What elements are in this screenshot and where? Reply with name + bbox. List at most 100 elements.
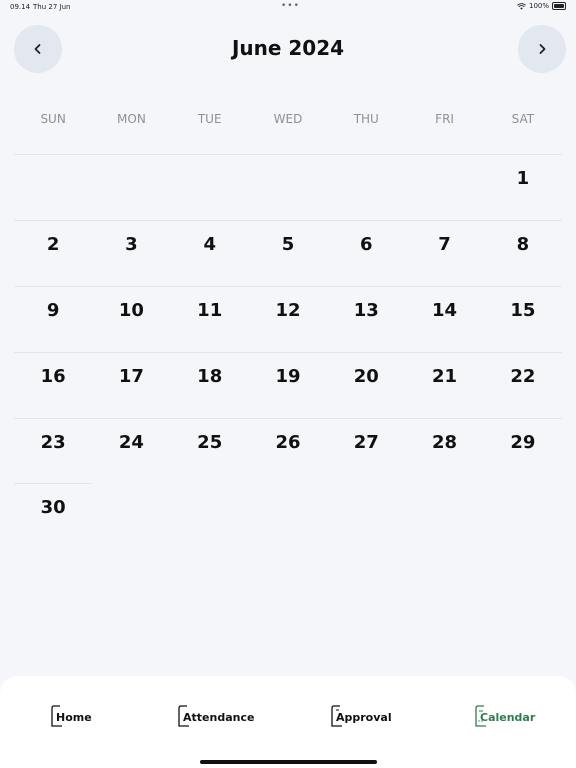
day-cell[interactable]: 9 [14,287,92,352]
battery-icon [552,2,566,10]
day-cell[interactable]: 27 [327,419,405,484]
day-cell[interactable]: 29 [484,419,562,484]
day-cell[interactable]: 2 [14,221,92,286]
home-indicator[interactable] [200,760,377,764]
day-cell[interactable]: 19 [249,353,327,418]
day-cell[interactable]: 25 [171,419,249,484]
weekday-mon: MON [117,112,146,126]
day-number: 25 [197,432,223,453]
wifi-icon [517,2,526,10]
calendar-grid: 1 2 3 4 5 6 7 8 9 10 11 12 13 14 15 16 1… [14,154,562,550]
day-number: 28 [432,432,458,453]
tab-home[interactable]: Home [50,703,92,729]
day-number: 4 [203,234,216,255]
day-number: 13 [353,300,379,321]
day-number: 5 [281,234,295,255]
multitasking-dots-icon[interactable]: ••• [281,1,300,11]
day-cell[interactable]: 22 [484,353,562,418]
bottom-tab-bar: Home Attendance Approval Calendar [0,676,576,768]
day-cell[interactable]: 20 [327,353,405,418]
day-number: 14 [432,300,458,321]
day-cell[interactable]: 24 [92,419,170,484]
day-cell[interactable]: 8 [484,221,562,286]
tab-calendar[interactable]: Calendar [474,703,535,729]
week-row: 30 [14,483,562,550]
week-row: 16 17 18 19 20 21 22 [14,352,562,418]
day-cell[interactable]: 7 [405,221,483,286]
tab-calendar-label: Calendar [480,710,536,724]
day-number: 1 [516,168,530,189]
day-cell[interactable]: 6 [327,221,405,286]
status-date: Thu 27 Jun [33,3,71,11]
day-number: 19 [275,366,301,387]
day-cell-empty [92,155,170,220]
day-number: 8 [516,234,530,255]
week-row: 23 24 25 26 27 28 29 [14,418,562,484]
day-number: 27 [353,432,379,453]
weekday-thu: THU [353,112,379,126]
day-cell-empty [327,484,405,550]
day-cell-empty [484,484,562,550]
day-cell[interactable]: 15 [484,287,562,352]
day-cell[interactable]: 13 [327,287,405,352]
day-cell[interactable]: 14 [405,287,483,352]
weekday-wed: WED [273,112,303,126]
day-number: 11 [197,300,223,321]
day-cell[interactable]: 11 [171,287,249,352]
day-cell[interactable]: 30 [14,483,93,550]
day-number: 20 [353,366,379,387]
day-cell[interactable]: 10 [92,287,170,352]
day-cell-empty [405,155,483,220]
day-number: 16 [40,366,66,387]
day-cell[interactable]: 26 [249,419,327,484]
day-cell-empty [249,484,327,550]
month-title: June 2024 [231,36,345,60]
day-number: 23 [40,432,66,453]
day-number: 17 [118,366,144,387]
status-right: 100% [517,2,566,10]
day-cell[interactable]: 5 [249,221,327,286]
week-row: 1 [14,154,562,220]
weekday-sun: SUN [40,112,66,126]
day-cell[interactable]: 3 [92,221,170,286]
day-number: 6 [360,234,373,255]
day-cell[interactable]: 17 [92,353,170,418]
day-number: 10 [118,300,144,321]
day-cell[interactable]: 4 [171,221,249,286]
day-cell-empty [14,155,92,220]
day-number: 12 [275,300,301,321]
day-number: 21 [432,366,458,387]
next-month-button[interactable] [518,25,566,73]
tab-attendance-label: Attendance [183,710,255,724]
day-cell[interactable]: 18 [171,353,249,418]
day-number: 24 [118,432,144,453]
day-cell-empty [405,484,483,550]
battery-percent: 100% [528,2,549,10]
day-number: 15 [510,300,536,321]
status-bar: 09.14 Thu 27 Jun ••• 100% [0,0,576,14]
day-number: 30 [40,497,66,518]
day-number: 2 [46,234,60,255]
tab-home-label: Home [56,710,92,724]
day-number: 18 [197,366,223,387]
day-cell[interactable]: 1 [484,155,562,220]
tab-approval[interactable]: Approval [330,703,392,729]
day-cell[interactable]: 23 [14,419,92,484]
day-cell[interactable]: 16 [14,353,92,418]
status-time: 09.14 [10,3,31,11]
chevron-right-icon [539,44,546,54]
weekday-header: SUN MON TUE WED THU FRI SAT [14,112,562,126]
tab-approval-label: Approval [336,710,392,724]
weekday-sat: SAT [511,112,535,126]
day-cell[interactable]: 21 [405,353,483,418]
day-cell[interactable]: 28 [405,419,483,484]
tab-attendance[interactable]: Attendance [177,703,254,729]
day-number: 7 [438,234,451,255]
day-cell[interactable]: 12 [249,287,327,352]
day-number: 26 [275,432,301,453]
day-cell-empty [171,155,249,220]
day-cell-empty [249,155,327,220]
week-row: 2 3 4 5 6 7 8 [14,220,562,286]
weekday-tue: TUE [197,112,222,126]
day-cell-empty [92,484,170,550]
